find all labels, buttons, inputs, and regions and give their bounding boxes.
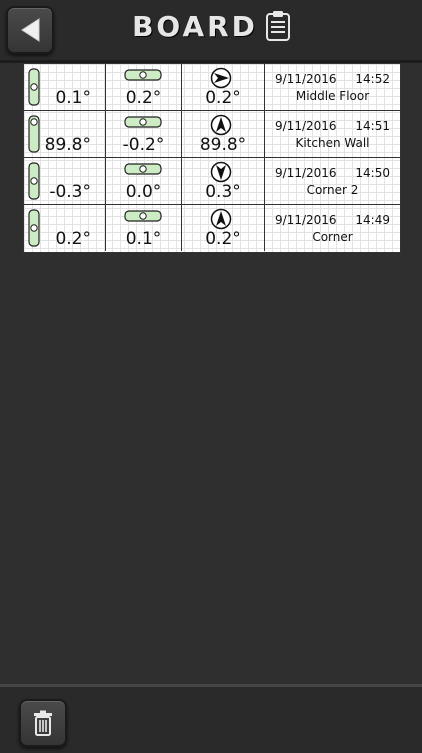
- direction-value: 0.2°: [205, 88, 241, 108]
- readings-board: 0.1° 0.2° 0.2° 9/11/2016 14:52 Middle Fl…: [23, 63, 401, 253]
- horizontal-level-icon: [124, 163, 162, 175]
- horizontal-cell: 0.0°: [106, 158, 182, 204]
- horizontal-level-icon: [124, 69, 162, 81]
- horizontal-level-icon: [124, 116, 162, 128]
- reading-time: 14:49: [355, 213, 390, 227]
- horizontal-cell: 0.1°: [106, 205, 182, 251]
- vertical-cell: 89.8°: [24, 111, 106, 157]
- reading-date: 9/11/2016: [275, 166, 337, 180]
- compass-arrow-icon: [210, 67, 232, 89]
- reading-name: Corner: [312, 230, 353, 244]
- delete-button[interactable]: [19, 699, 67, 747]
- vertical-level-icon: [28, 209, 40, 247]
- reading-row[interactable]: 89.8° -0.2° 89.8° 9/11/2016 14:51 Kitche…: [24, 111, 400, 158]
- vertical-value: 89.8°: [44, 135, 91, 155]
- vertical-value: 0.1°: [55, 88, 91, 108]
- vertical-level-icon: [28, 162, 40, 200]
- reading-row[interactable]: 0.1° 0.2° 0.2° 9/11/2016 14:52 Middle Fl…: [24, 64, 400, 111]
- horizontal-cell: 0.2°: [106, 64, 182, 110]
- vertical-cell: 0.1°: [24, 64, 106, 110]
- reading-date: 9/11/2016: [275, 119, 337, 133]
- reading-date: 9/11/2016: [275, 72, 337, 86]
- reading-name: Middle Floor: [295, 89, 370, 103]
- horizontal-cell: -0.2°: [106, 111, 182, 157]
- clipboard-button[interactable]: [264, 10, 292, 42]
- vertical-cell: -0.3°: [24, 158, 106, 204]
- compass-arrow-icon: [210, 161, 232, 183]
- info-cell: 9/11/2016 14:52 Middle Floor: [265, 64, 400, 110]
- reading-time: 14:51: [355, 119, 390, 133]
- top-bar: BOARD: [0, 0, 422, 63]
- direction-cell: 0.2°: [182, 205, 265, 251]
- horizontal-value: 0.0°: [125, 182, 162, 202]
- reading-name: Corner 2: [306, 183, 359, 197]
- reading-row[interactable]: -0.3° 0.0° 0.3° 9/11/2016 14:50 Corner 2: [24, 158, 400, 205]
- direction-value: 89.8°: [199, 135, 247, 155]
- horizontal-level-icon: [124, 210, 162, 222]
- reading-time: 14:52: [355, 72, 390, 86]
- reading-name: Kitchen Wall: [295, 136, 370, 150]
- vertical-cell: 0.2°: [24, 205, 106, 251]
- horizontal-value: 0.1°: [125, 229, 162, 249]
- compass-arrow-icon: [210, 114, 232, 136]
- trash-icon: [34, 710, 52, 736]
- reading-date: 9/11/2016: [275, 213, 337, 227]
- info-cell: 9/11/2016 14:51 Kitchen Wall: [265, 111, 400, 157]
- direction-cell: 0.2°: [182, 64, 265, 110]
- reading-time: 14:50: [355, 166, 390, 180]
- clipboard-icon: [266, 11, 290, 41]
- vertical-value: 0.2°: [55, 229, 91, 249]
- vertical-level-icon: [28, 115, 40, 153]
- info-cell: 9/11/2016 14:49 Corner: [265, 205, 400, 251]
- horizontal-value: 0.2°: [125, 88, 162, 108]
- direction-value: 0.2°: [205, 229, 241, 249]
- direction-value: 0.3°: [205, 182, 241, 202]
- vertical-level-icon: [28, 68, 40, 106]
- horizontal-value: -0.2°: [122, 135, 165, 155]
- page-title: BOARD: [132, 10, 258, 43]
- direction-cell: 0.3°: [182, 158, 265, 204]
- info-cell: 9/11/2016 14:50 Corner 2: [265, 158, 400, 204]
- reading-row[interactable]: 0.2° 0.1° 0.2° 9/11/2016 14:49 Corner: [24, 205, 400, 251]
- vertical-value: -0.3°: [49, 182, 91, 202]
- direction-cell: 89.8°: [182, 111, 265, 157]
- compass-arrow-icon: [210, 208, 232, 230]
- bottom-bar: [0, 684, 422, 753]
